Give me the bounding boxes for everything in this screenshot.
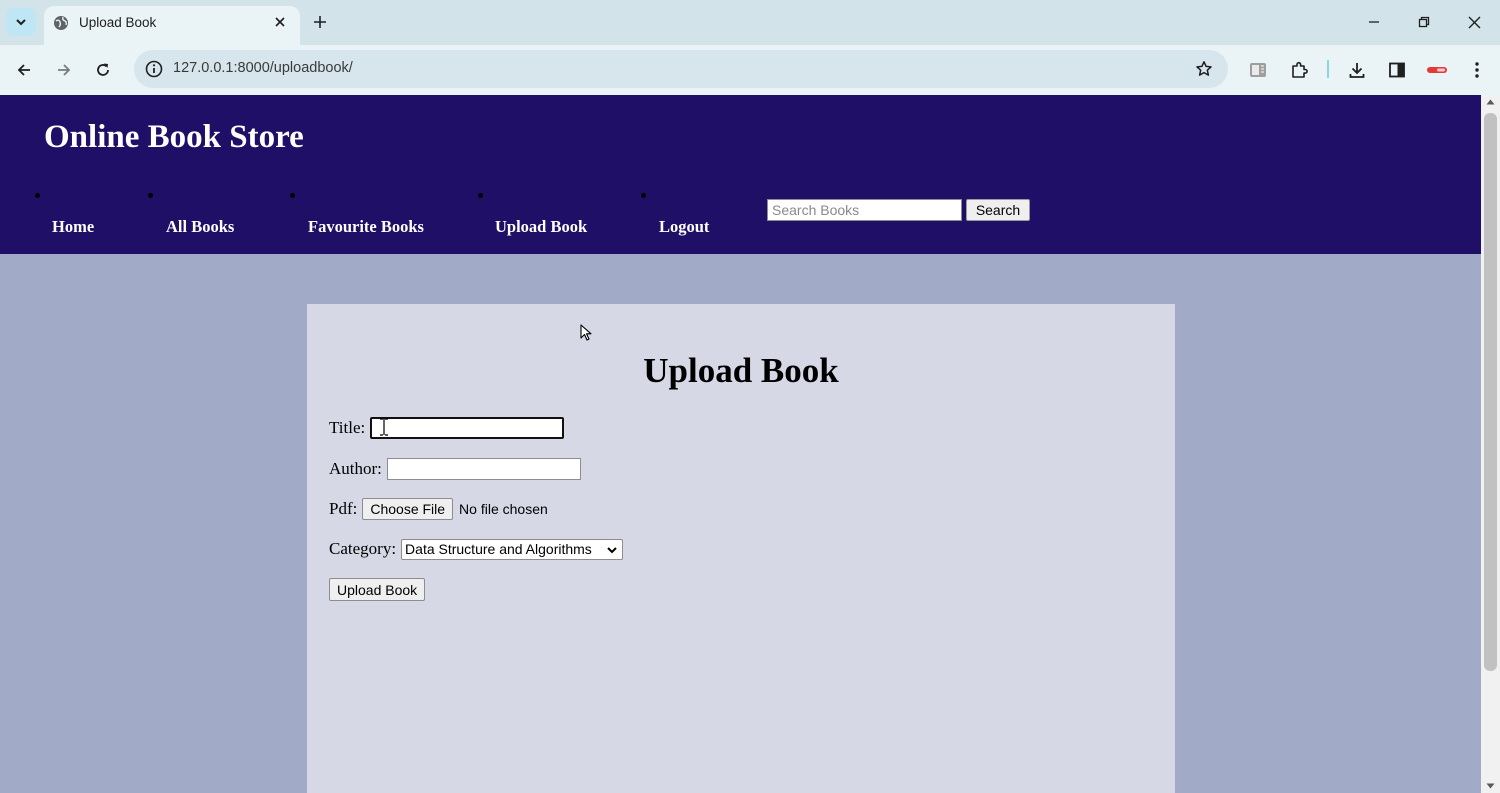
title-row: Title: [329, 415, 565, 441]
site-header: Online Book Store Home All Books Favouri… [0, 95, 1481, 254]
minimize-button[interactable] [1360, 10, 1388, 34]
category-row: Category: Data Structure and Algorithms [329, 536, 624, 562]
pdf-label: Pdf: [329, 499, 358, 518]
info-icon [145, 60, 163, 78]
forward-button[interactable] [51, 57, 77, 83]
author-input[interactable] [386, 458, 581, 480]
puzzle-icon [1292, 61, 1308, 78]
category-label: Category: [329, 539, 397, 558]
form-heading: Upload Book [643, 351, 839, 390]
back-button[interactable] [11, 57, 37, 83]
site-title: Online Book Store [44, 119, 304, 155]
side-panel-icon [1389, 62, 1405, 78]
address-bar[interactable]: 127.0.0.1:8000/uploadbook/ [134, 50, 1228, 88]
pdf-row: Pdf: Choose File No file chosen [329, 496, 548, 522]
extension-button[interactable] [1245, 57, 1271, 83]
title-label: Title: [329, 418, 366, 437]
title-input[interactable] [370, 417, 565, 439]
chevron-down-icon [16, 19, 26, 26]
page-scrollbar[interactable] [1481, 95, 1500, 793]
browser-toolbar: 127.0.0.1:8000/uploadbook/ [0, 45, 1500, 95]
close-icon [1468, 16, 1480, 28]
minimize-icon [1369, 21, 1379, 23]
tab-search-button[interactable] [6, 8, 36, 36]
site-info-button[interactable] [142, 57, 166, 81]
scroll-up-arrow-icon[interactable] [1486, 99, 1495, 105]
nav-link-home[interactable]: Home [52, 217, 94, 237]
toolbar-divider [1327, 60, 1329, 78]
page-viewport: Online Book Store Home All Books Favouri… [0, 95, 1481, 793]
list-bullet [35, 193, 40, 198]
category-select[interactable]: Data Structure and Algorithms [401, 538, 624, 560]
list-bullet [478, 193, 483, 198]
chevron-down-icon [607, 546, 617, 553]
close-window-button[interactable] [1460, 10, 1488, 34]
close-icon [275, 17, 285, 27]
search-button[interactable]: Search [966, 199, 1030, 221]
extensions-menu-button[interactable] [1286, 57, 1312, 83]
arrow-left-icon [17, 64, 30, 76]
side-panel-button[interactable] [1384, 57, 1410, 83]
scroll-down-arrow-icon[interactable] [1486, 783, 1495, 789]
mouse-pointer-icon [580, 324, 592, 341]
globe-icon [54, 16, 68, 30]
download-icon [1349, 63, 1365, 78]
profile-avatar-icon [1427, 67, 1447, 73]
nav-link-logout[interactable]: Logout [659, 217, 709, 237]
list-bullet [148, 193, 153, 198]
author-label: Author: [329, 459, 382, 478]
nav-link-favourite-books[interactable]: Favourite Books [308, 217, 424, 237]
active-tab[interactable]: Upload Book [44, 6, 300, 45]
restore-button[interactable] [1410, 10, 1438, 34]
search-input[interactable] [767, 199, 962, 221]
file-status-text: No file chosen [459, 501, 548, 517]
reload-button[interactable] [90, 57, 116, 83]
reload-icon [97, 63, 109, 76]
more-vertical-icon [1475, 62, 1479, 78]
bookmark-button[interactable] [1192, 57, 1216, 81]
nav-link-all-books[interactable]: All Books [166, 217, 234, 237]
scrollbar-thumb[interactable] [1484, 113, 1497, 671]
text-cursor-icon [380, 418, 388, 436]
url-text[interactable]: 127.0.0.1:8000/uploadbook/ [173, 60, 353, 76]
upload-form-card: Upload Book Title: Author: Pdf: Choose F… [307, 304, 1175, 793]
arrow-right-icon [58, 64, 71, 76]
tab-close-button[interactable] [270, 12, 290, 32]
category-selected-value: Data Structure and Algorithms [405, 541, 592, 557]
downloads-button[interactable] [1344, 57, 1370, 83]
new-tab-button[interactable] [308, 10, 332, 34]
tab-title: Upload Book [79, 15, 157, 30]
choose-file-button[interactable]: Choose File [362, 498, 454, 520]
list-bullet [641, 193, 646, 198]
list-bullet [290, 193, 295, 198]
nav-link-upload-book[interactable]: Upload Book [495, 217, 587, 237]
star-icon [1196, 61, 1212, 76]
author-row: Author: [329, 456, 581, 482]
browser-menu-button[interactable] [1464, 57, 1490, 83]
plus-icon [314, 16, 326, 28]
upload-book-button[interactable]: Upload Book [329, 578, 426, 601]
profile-button[interactable] [1424, 57, 1450, 83]
restore-icon [1418, 16, 1430, 28]
browser-tab-strip: Upload Book [0, 0, 1500, 45]
extension-photo-icon [1250, 63, 1266, 77]
